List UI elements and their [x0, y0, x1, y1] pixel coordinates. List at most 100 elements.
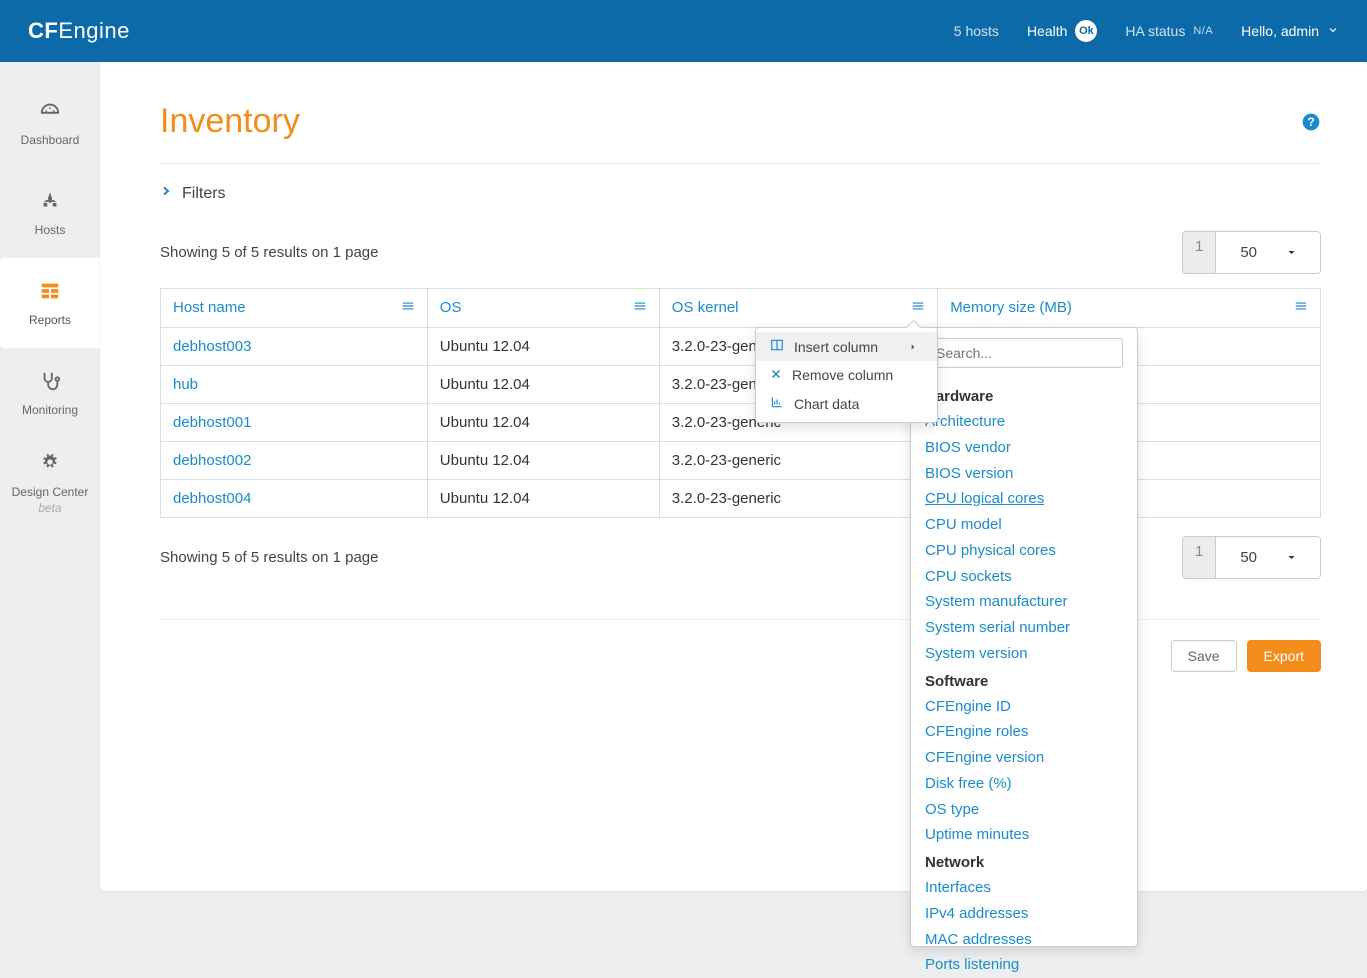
host-link[interactable]: debhost003 [173, 338, 251, 355]
page-size-select[interactable]: 50 [1216, 232, 1320, 273]
columns-icon [770, 338, 794, 355]
chevron-down-icon [1327, 23, 1339, 39]
submenu-option[interactable]: System version [925, 641, 1123, 667]
logo[interactable]: CFEngine [28, 18, 130, 44]
cell-hostname: debhost003 [161, 328, 428, 366]
sidebar-item-monitoring[interactable]: Monitoring [0, 348, 100, 438]
submenu-option[interactable]: OS type [925, 797, 1123, 823]
sidebar-item-label: Reports [29, 313, 71, 327]
table-row: debhost003Ubuntu 12.043.2.0-23-generic [161, 328, 1321, 366]
page-number[interactable]: 1 [1183, 537, 1216, 578]
col-hostname[interactable]: Host name [161, 289, 428, 328]
submenu-option[interactable]: System serial number [925, 615, 1123, 641]
host-link[interactable]: debhost002 [173, 452, 251, 469]
table-icon [39, 280, 61, 313]
table-row: debhost001Ubuntu 12.043.2.0-23-generic [161, 404, 1321, 442]
ctx-chart-data[interactable]: Chart data [756, 389, 937, 418]
filters-label: Filters [182, 185, 226, 203]
ctx-insert-column[interactable]: Insert column [756, 332, 937, 361]
help-icon[interactable]: ? [1301, 102, 1321, 141]
host-link[interactable]: hub [173, 376, 198, 393]
submenu-option[interactable]: Architecture [925, 409, 1123, 435]
topbar: CFEngine 5 hosts Health Ok HA status N/A… [0, 0, 1367, 62]
results-summary-bottom: Showing 5 of 5 results on 1 page 1 50 [160, 518, 1321, 593]
filters-toggle[interactable]: Filters [160, 164, 1321, 223]
submenu-option[interactable]: CPU logical cores [925, 486, 1123, 512]
col-kernel[interactable]: OS kernel [659, 289, 937, 328]
svg-text:?: ? [1307, 116, 1314, 129]
menu-icon[interactable] [1294, 299, 1308, 317]
submenu-group-header: Hardware [925, 388, 1123, 405]
submenu-option[interactable]: CPU sockets [925, 564, 1123, 590]
sidebar-item-dashboard[interactable]: Dashboard [0, 78, 100, 168]
table-row: debhost004Ubuntu 12.043.2.0-23-generic [161, 480, 1321, 518]
insert-column-submenu: Hardware ArchitectureBIOS vendorBIOS vers… [910, 327, 1138, 947]
page-size-select[interactable]: 50 [1216, 537, 1320, 578]
submenu-option[interactable]: System manufacturer [925, 589, 1123, 615]
sidebar-item-hosts[interactable]: Hosts [0, 168, 100, 258]
page-title-row: Inventory ? [160, 102, 1321, 164]
submenu-group-header: Software [925, 673, 1123, 690]
cell-os: Ubuntu 12.04 [427, 442, 659, 480]
sidebar: Dashboard Hosts Reports Monitoring Desig… [0, 62, 100, 891]
hosts-count[interactable]: 5 hosts [954, 23, 999, 39]
results-text: Showing 5 of 5 results on 1 page [160, 244, 378, 261]
page-number[interactable]: 1 [1183, 232, 1216, 273]
host-link[interactable]: debhost004 [173, 490, 251, 507]
menu-icon[interactable] [911, 299, 925, 317]
close-icon [770, 367, 792, 383]
cell-hostname: hub [161, 366, 428, 404]
submenu-option[interactable]: BIOS version [925, 461, 1123, 487]
save-button[interactable]: Save [1171, 640, 1237, 672]
cell-kernel: 3.2.0-23-generic [659, 442, 937, 480]
health-status[interactable]: Health Ok [1027, 20, 1097, 42]
submenu-option[interactable]: CFEngine ID [925, 694, 1123, 720]
chevron-right-icon [160, 184, 182, 203]
submenu-option[interactable]: Ports listening [925, 952, 1123, 978]
submenu-option[interactable]: BIOS vendor [925, 435, 1123, 461]
export-button[interactable]: Export [1247, 640, 1321, 672]
page-title: Inventory [160, 102, 300, 141]
submenu-option[interactable]: CFEngine roles [925, 719, 1123, 745]
submenu-option[interactable]: Disk free (%) [925, 771, 1123, 797]
inventory-table: Host name OS OS kernel Memory size (MB) [160, 288, 1321, 518]
cell-os: Ubuntu 12.04 [427, 328, 659, 366]
ha-status[interactable]: HA status N/A [1125, 23, 1213, 39]
cell-hostname: debhost001 [161, 404, 428, 442]
chart-icon [770, 395, 794, 412]
chevron-right-icon [909, 339, 927, 355]
submenu-group-header: Network [925, 854, 1123, 871]
submenu-option[interactable]: Interfaces [925, 875, 1123, 901]
submenu-option[interactable]: CFEngine version [925, 745, 1123, 771]
submenu-option[interactable]: CPU model [925, 512, 1123, 538]
table-row: hubUbuntu 12.043.2.0-23-generic [161, 366, 1321, 404]
logo-cf: CF [28, 18, 58, 44]
user-menu[interactable]: Hello, admin [1241, 23, 1339, 39]
ok-badge: Ok [1075, 20, 1097, 42]
col-memory[interactable]: Memory size (MB) [938, 289, 1321, 328]
action-bar: Save Export [160, 619, 1321, 672]
col-os[interactable]: OS [427, 289, 659, 328]
submenu-option[interactable]: CPU physical cores [925, 538, 1123, 564]
sidebar-item-label: Dashboard [21, 133, 80, 147]
table-row: debhost002 Ubuntu 12.043.2.0-23-generic [161, 442, 1321, 480]
host-link[interactable]: debhost001 [173, 414, 251, 431]
sidebar-item-design-center[interactable]: Design Center beta [0, 438, 100, 528]
cell-os: Ubuntu 12.04 [427, 404, 659, 442]
menu-icon[interactable] [633, 299, 647, 317]
sidebar-item-label: Hosts [35, 223, 66, 237]
caret-down-icon [1275, 238, 1308, 267]
main-panel: Inventory ? Filters Showing 5 of 5 resul… [100, 62, 1367, 891]
cell-os: Ubuntu 12.04 [427, 366, 659, 404]
submenu-option[interactable]: IPv4 addresses [925, 901, 1123, 927]
sidebar-item-label: Monitoring [22, 403, 78, 417]
menu-icon[interactable] [401, 299, 415, 317]
logo-engine: Engine [58, 18, 130, 44]
submenu-option[interactable]: Uptime minutes [925, 822, 1123, 848]
sidebar-item-reports[interactable]: Reports [0, 258, 100, 348]
column-search-input[interactable] [925, 338, 1123, 368]
results-text: Showing 5 of 5 results on 1 page [160, 549, 378, 566]
pager-top: 1 50 [1182, 231, 1321, 274]
ctx-remove-column[interactable]: Remove column [756, 361, 937, 389]
submenu-option[interactable]: MAC addresses [925, 927, 1123, 953]
